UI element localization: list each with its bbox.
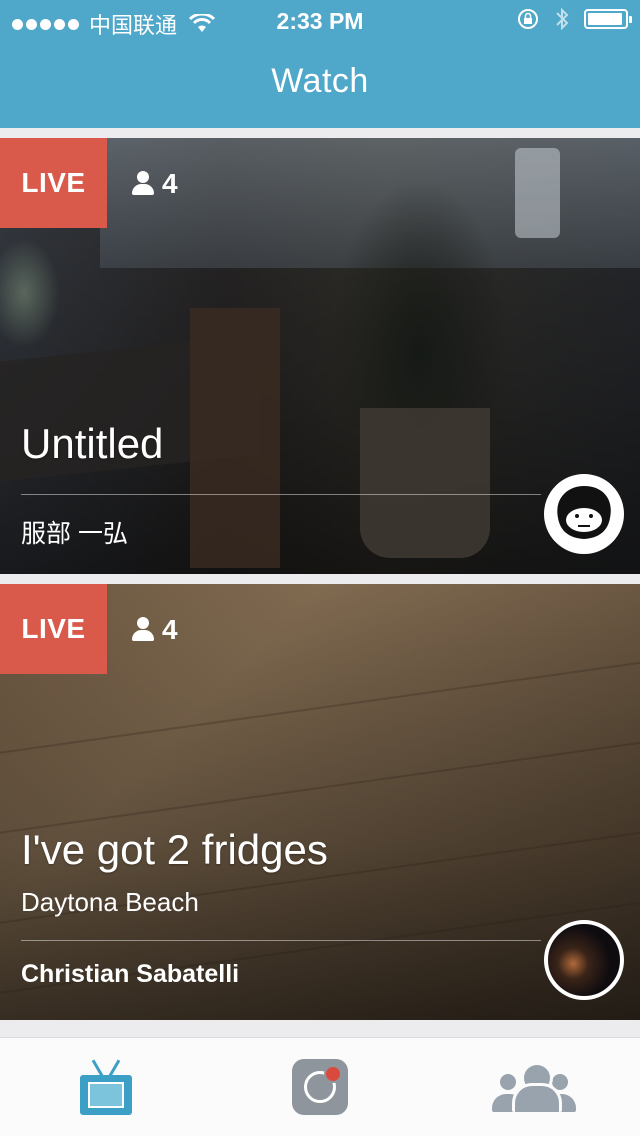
- broadcast-title: Untitled: [21, 420, 164, 467]
- broadcast-card[interactable]: LIVE 4 Untitled 服部 一弘: [0, 138, 640, 574]
- header: 中国联通 2:33 PM Watch: [0, 0, 640, 128]
- broadcast-title: I've got 2 fridges: [21, 826, 328, 873]
- viewer-count-value: 4: [162, 168, 178, 199]
- status-bar: 中国联通 2:33 PM: [0, 0, 640, 40]
- broadcast-location: Daytona Beach: [21, 887, 199, 917]
- tv-icon: [80, 1059, 132, 1115]
- avatar[interactable]: [544, 474, 624, 554]
- live-badge: LIVE: [0, 138, 107, 228]
- people-icon: [490, 1062, 578, 1112]
- face-avatar-icon: [557, 486, 611, 539]
- page-title: Watch: [271, 62, 369, 100]
- live-badge: LIVE: [0, 584, 107, 674]
- viewer-count: 4: [132, 614, 178, 646]
- viewer-icon: [132, 171, 154, 197]
- avatar[interactable]: [544, 920, 624, 1000]
- broadcast-card[interactable]: LIVE 4 I've got 2 fridges Daytona Beach …: [0, 584, 640, 1020]
- viewer-count-value: 4: [162, 614, 178, 645]
- broadcast-camera-icon: [292, 1059, 348, 1115]
- tab-people[interactable]: [464, 1038, 604, 1136]
- viewer-icon: [132, 617, 154, 643]
- divider: [21, 940, 541, 941]
- bluetooth-icon: [556, 7, 569, 31]
- battery-icon: [584, 9, 632, 29]
- viewer-count: 4: [132, 168, 178, 200]
- tab-broadcast[interactable]: [250, 1038, 390, 1136]
- broadcaster-name[interactable]: 服部 一弘: [21, 514, 128, 550]
- tab-bar: [0, 1037, 640, 1136]
- rotation-lock-icon: [518, 9, 538, 29]
- tab-watch[interactable]: [36, 1038, 176, 1136]
- broadcaster-name[interactable]: Christian Sabatelli: [21, 960, 239, 989]
- divider: [21, 494, 541, 495]
